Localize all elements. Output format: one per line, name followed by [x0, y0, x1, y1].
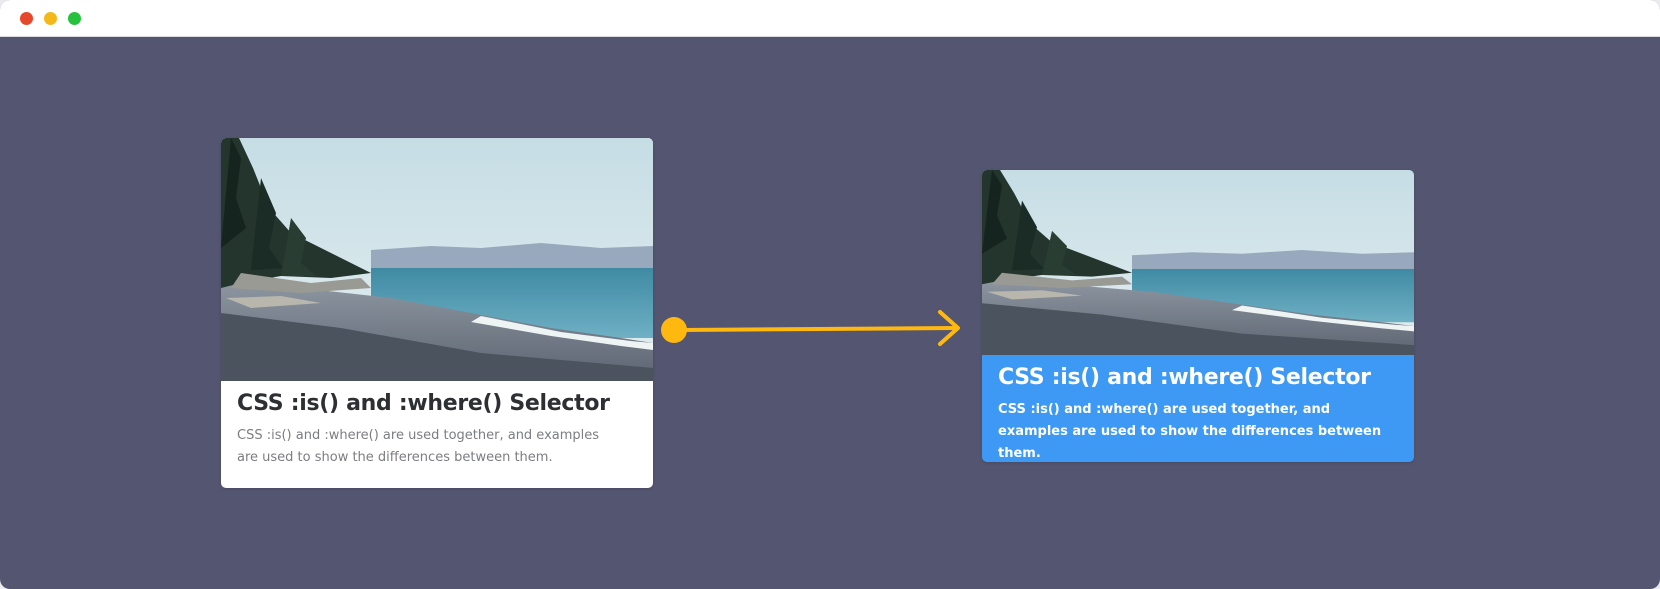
- card-before-description: CSS :is() and :where() are used together…: [237, 428, 600, 465]
- beach-photo: [221, 138, 653, 381]
- close-window-button[interactable]: [20, 12, 33, 25]
- beach-photo: [982, 170, 1414, 355]
- card-after-title: CSS :is() and :where() Selector: [998, 365, 1371, 390]
- minimize-window-button[interactable]: [44, 12, 57, 25]
- beach-photo-image: [221, 138, 653, 381]
- arrow-right-icon: [661, 310, 960, 346]
- maximize-window-button[interactable]: [68, 12, 81, 25]
- card-after-description: CSS :is() and :where() are used together…: [998, 402, 1382, 461]
- card-before: CSS :is() and :where() Selector CSS :is(…: [221, 138, 653, 488]
- card-after: CSS :is() and :where() Selector CSS :is(…: [982, 170, 1414, 462]
- card-before-title: CSS :is() and :where() Selector: [237, 391, 610, 416]
- browser-window: CSS :is() and :where() Selector CSS :is(…: [0, 0, 1660, 589]
- window-titlebar: [0, 0, 1660, 37]
- beach-photo-image: [982, 170, 1414, 355]
